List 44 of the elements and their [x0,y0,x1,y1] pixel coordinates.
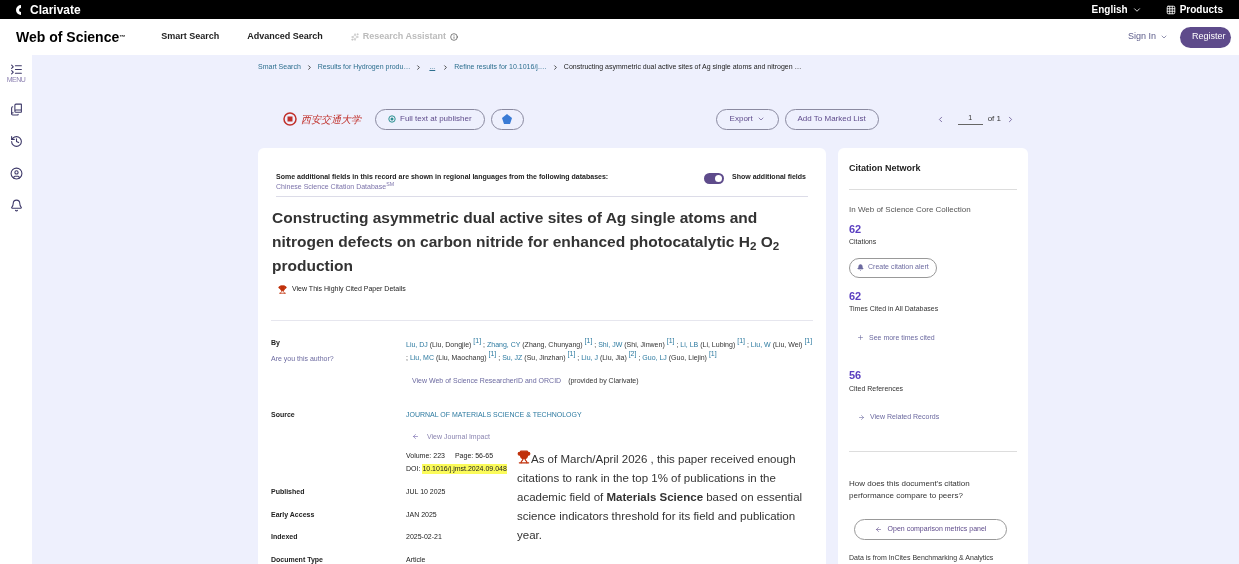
page-total: of 1 [987,113,1001,125]
highly-cited-text: As of March/April 2026 , this paper received enough citations to rank in the top 1% of publications in the academic field of Materials Science based on essential science indicators threshold for its field and publication year. [517,450,819,545]
chevron-icon [1160,33,1168,41]
nav-link[interactable]: Smart Search [161,30,220,44]
all-databases-count[interactable]: 62 [849,287,1017,304]
arrow-icon [858,413,865,421]
seal-icon [283,112,297,126]
additional-fields-toggle[interactable] [704,173,725,184]
citation-network-title: Citation Network [849,162,1017,190]
institution-logo: 西安交通大学 [283,111,361,127]
sparkle-icon [350,33,359,41]
info-icon [450,33,458,41]
cited-references-count[interactable]: 56 [849,367,1017,384]
plus-icon [857,334,864,342]
language-button[interactable]: English [1091,2,1142,17]
nav-link[interactable]: Advanced Search [247,30,323,44]
user-icon[interactable] [9,167,23,180]
menu-icon [9,63,23,76]
record-title: Constructing asymmetric dual active sites of Ag single atoms and nitrogen defects on carbon nitride for enhanced photocatalytic H$_{2}$ O$_{2}$ production [272,208,781,276]
chevron-icon [551,63,559,71]
products-button[interactable]: Products [1165,2,1223,17]
clarivate-logo: Clarivate [16,0,81,19]
grid-icon [1165,4,1176,15]
chevron-icon [442,63,450,71]
collection-label: In Web of Science Core Collection [849,203,972,216]
chevron-icon [305,63,313,71]
bookmark-icon[interactable] [9,103,23,116]
sign-in-button[interactable]: Sign In [1127,30,1168,44]
comparison-question: How does this document's citation performance compare to peers? [849,477,971,502]
chevron-icon [756,115,765,123]
arrow-icon [412,433,419,441]
citation-count[interactable]: 62 [849,220,1017,237]
trophy-icon [517,450,531,464]
next-page-icon[interactable] [1006,114,1015,124]
history-icon[interactable] [9,135,23,148]
arrow-icon [874,525,882,533]
register-button[interactable]: Register [1180,26,1231,48]
bell-icon[interactable] [9,199,23,212]
chevron-icon [415,63,423,71]
trophy-icon [278,284,287,294]
target-icon [388,115,396,123]
app-logo: Web of Science$^{™}$ [16,27,126,47]
pentagon-icon [502,114,513,124]
bell-icon [857,264,864,271]
